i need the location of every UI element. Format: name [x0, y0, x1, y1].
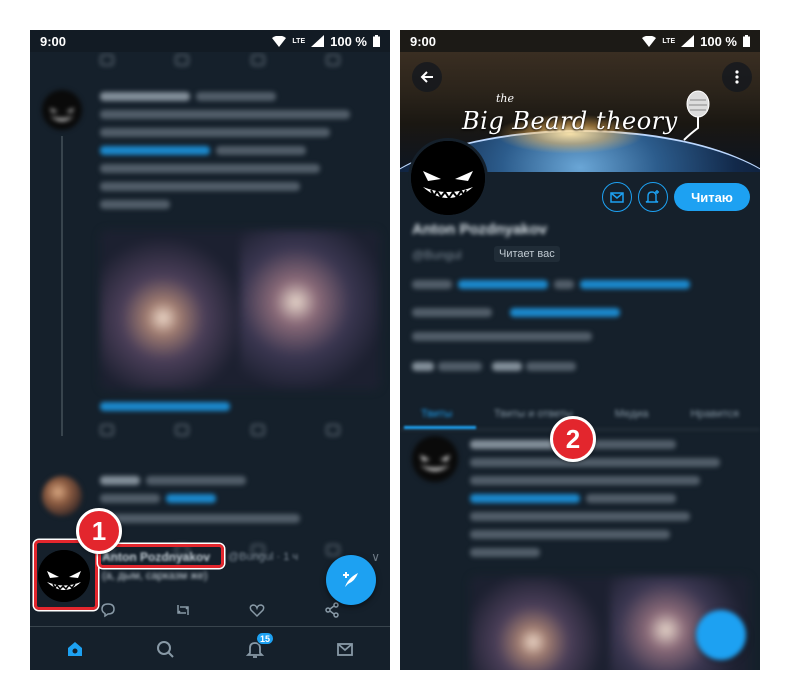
nav-notifications[interactable]: 15	[235, 629, 275, 669]
tweet-actions-partial	[100, 54, 340, 68]
mail-icon	[610, 192, 624, 203]
tweet-actions	[100, 424, 340, 438]
status-bar: 9:00 LTE 100 %	[400, 30, 760, 52]
chevron-down-icon[interactable]: ∨	[371, 550, 380, 564]
thread-line	[61, 136, 63, 436]
mail-icon	[337, 642, 353, 656]
notifications-badge: 15	[256, 631, 274, 645]
wifi-icon	[642, 35, 657, 47]
right-phone-screen: 9:00 LTE 100 % the Big Beard theory Чита…	[400, 30, 760, 670]
network-type: LTE	[292, 37, 306, 45]
heart-icon[interactable]	[249, 602, 265, 618]
profile-avatar[interactable]	[408, 138, 488, 218]
banner-the-text: the	[496, 92, 515, 105]
tab-likes[interactable]: Нравится	[690, 408, 739, 420]
profile-name: Anton Pozdnyakov	[412, 221, 548, 238]
battery-level: 100 %	[700, 33, 737, 49]
nav-messages[interactable]	[325, 629, 365, 669]
more-options-button[interactable]	[722, 62, 752, 92]
follows-you-label: Читает вас	[494, 246, 560, 262]
back-button[interactable]	[412, 62, 442, 92]
tweet-actions	[100, 602, 340, 618]
home-icon	[68, 641, 82, 656]
nav-home[interactable]	[55, 629, 95, 669]
status-time: 9:00	[40, 33, 67, 49]
step-2-marker: 2	[550, 416, 596, 462]
bell-plus-icon	[645, 190, 659, 203]
compose-tweet-button[interactable]	[326, 555, 376, 605]
signal-icon	[681, 35, 695, 47]
share-icon[interactable]	[324, 602, 340, 618]
banner-title: Big Beard theory	[462, 107, 678, 135]
network-type: LTE	[662, 37, 676, 45]
status-time: 9:00	[410, 33, 437, 49]
wifi-icon	[272, 35, 287, 47]
tab-tweets-replies[interactable]: Твиты и ответы	[494, 408, 573, 420]
search-icon	[157, 640, 174, 658]
nav-search[interactable]	[145, 629, 185, 669]
tab-tweets[interactable]: Твиты	[421, 408, 452, 420]
avatar[interactable]	[42, 90, 82, 130]
left-phone-screen: 9:00 LTE 100 % Anton Pozdnyakov @Bungul …	[30, 30, 390, 670]
tab-media[interactable]: Медиа	[615, 408, 649, 420]
compose-quill-icon	[343, 572, 358, 587]
name-highlight-box	[98, 544, 224, 568]
battery-icon	[373, 35, 380, 47]
reply-icon[interactable]	[100, 602, 116, 618]
tweet-author-handle: @Bungul · 1 ч	[228, 551, 299, 563]
bottom-navigation: 15	[30, 626, 390, 670]
direct-message-button[interactable]	[602, 182, 632, 212]
avatar[interactable]	[42, 476, 82, 516]
following-button[interactable]: Читаю	[674, 183, 750, 211]
profile-handle: @Bungul	[412, 248, 462, 262]
tweet-text: (а, дым, сарказм же)	[102, 570, 208, 582]
active-tab-indicator	[404, 426, 476, 429]
more-vertical-icon	[735, 70, 739, 84]
notifications-toggle-button[interactable]	[638, 182, 668, 212]
retweet-icon[interactable]	[175, 602, 191, 618]
microphone-icon	[683, 90, 710, 141]
tweet-media[interactable]	[100, 230, 380, 390]
arrow-left-icon	[420, 71, 433, 83]
status-bar: 9:00 LTE 100 %	[30, 30, 390, 52]
battery-icon	[743, 35, 750, 47]
battery-level: 100 %	[330, 33, 367, 49]
avatar[interactable]	[412, 436, 458, 482]
compose-tweet-button[interactable]	[696, 610, 746, 660]
show-thread-link[interactable]	[100, 402, 230, 411]
step-1-marker: 1	[76, 508, 122, 554]
signal-icon	[311, 35, 325, 47]
